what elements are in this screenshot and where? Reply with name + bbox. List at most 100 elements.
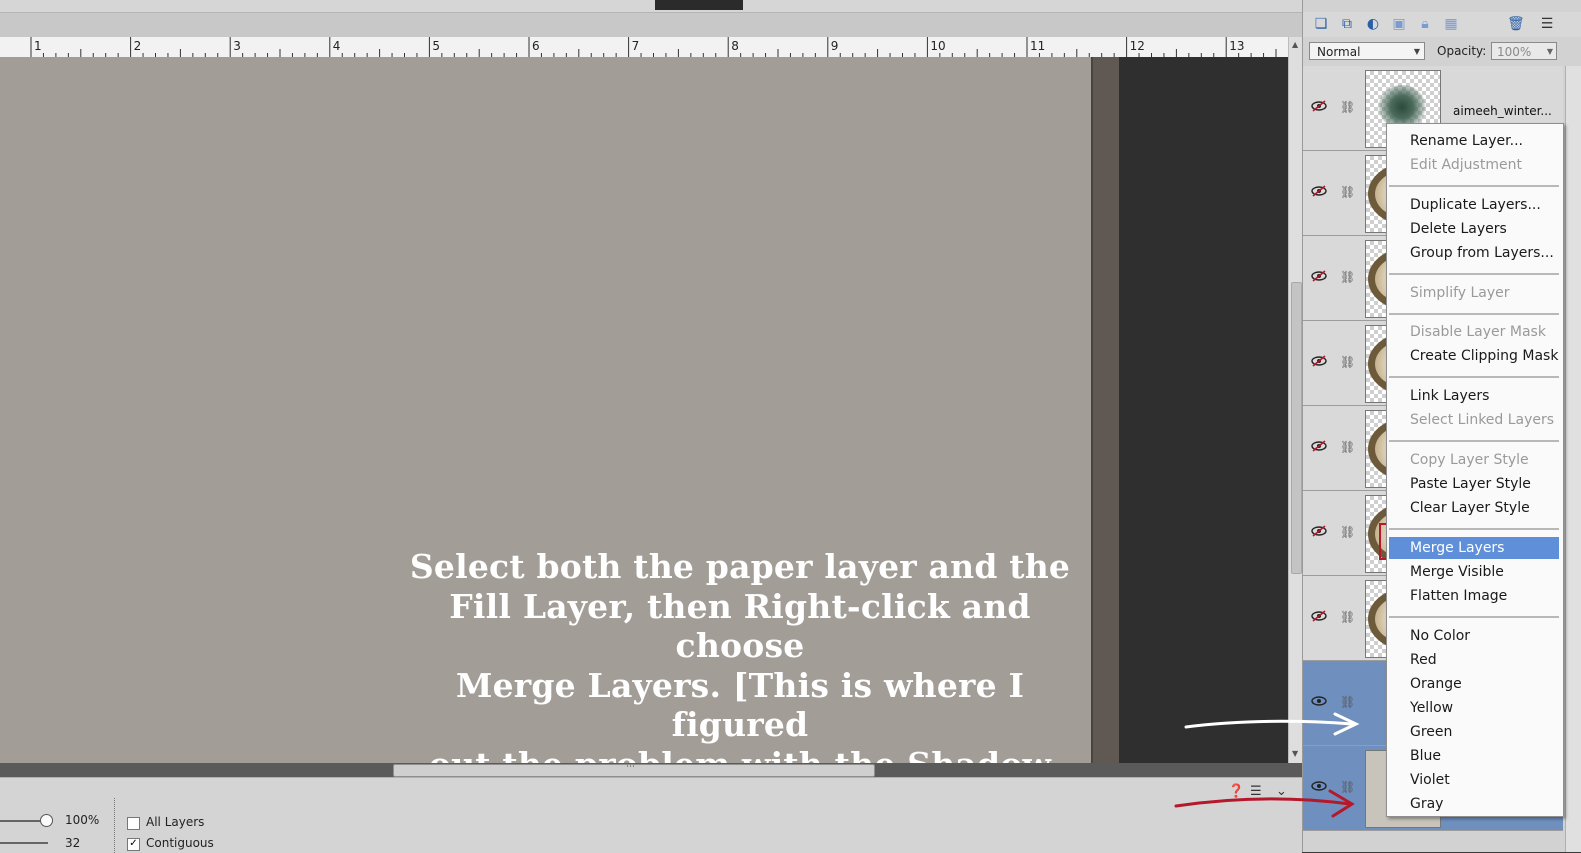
zoom-slider-knob[interactable] bbox=[40, 814, 53, 827]
menu-item-green[interactable]: Green bbox=[1389, 721, 1559, 743]
menu-item-disable-layer-mask[interactable]: Disable Layer Mask bbox=[1389, 321, 1559, 343]
new-fill-layer-icon[interactable]: ◐ bbox=[1365, 16, 1381, 32]
delete-layer-icon[interactable]: 🗑︎ bbox=[1507, 16, 1525, 32]
ruler-number: 9 bbox=[830, 39, 839, 53]
layers-panel-toolbar: ❏ ⧉ ◐ ▣ 🔒︎ ▦ 🗑︎ ☰ bbox=[1303, 12, 1581, 37]
chevron-down-icon: ▼ bbox=[1413, 47, 1420, 56]
menu-item-gray[interactable]: Gray bbox=[1389, 793, 1559, 815]
grip-icon: ⋯ bbox=[626, 762, 635, 772]
menu-separator bbox=[1389, 376, 1559, 379]
link-icon[interactable]: ⛓ bbox=[1340, 355, 1355, 369]
tool-options-bar: ❓ ☰ ⌄ 100% 32 All Layers ✓ Contiguous bbox=[0, 777, 1302, 853]
size-value: 32 bbox=[65, 836, 81, 850]
hidden-eye-icon[interactable] bbox=[1311, 355, 1327, 369]
visibility-eye-icon[interactable] bbox=[1311, 780, 1327, 794]
options-divider bbox=[114, 798, 115, 853]
link-icon[interactable]: ⛓ bbox=[1340, 270, 1355, 284]
menu-item-group-from-layers[interactable]: Group from Layers... bbox=[1389, 242, 1559, 264]
ruler-number: 2 bbox=[133, 39, 142, 53]
menu-item-clear-layer-style[interactable]: Clear Layer Style bbox=[1389, 497, 1559, 519]
menu-item-orange[interactable]: Orange bbox=[1389, 673, 1559, 695]
canvas-edge bbox=[1091, 57, 1119, 763]
zoom-value: 100% bbox=[65, 813, 100, 827]
horizontal-scroll-thumb[interactable]: ⋯ bbox=[393, 762, 875, 777]
ruler-number: 13 bbox=[1229, 39, 1245, 53]
ruler-number: 4 bbox=[332, 39, 341, 53]
canvas-area[interactable]: Select both the paper layer and the Fill… bbox=[0, 57, 1288, 763]
link-icon[interactable]: ⛓ bbox=[1340, 695, 1355, 709]
menu-item-simplify-layer[interactable]: Simplify Layer bbox=[1389, 282, 1559, 304]
ruler-number: 3 bbox=[233, 39, 241, 53]
scroll-down-icon[interactable]: ▼ bbox=[1292, 749, 1298, 758]
new-layer-icon[interactable]: ❏ bbox=[1313, 16, 1329, 32]
menu-item-merge-visible[interactable]: Merge Visible bbox=[1389, 561, 1559, 583]
menu-separator bbox=[1389, 440, 1559, 443]
link-icon[interactable]: ⛓ bbox=[1340, 525, 1355, 539]
opacity-label: Opacity: bbox=[1437, 44, 1487, 58]
all-layers-checkbox[interactable] bbox=[127, 817, 140, 830]
ruler-number: 5 bbox=[432, 39, 441, 53]
menu-item-rename-layer[interactable]: Rename Layer... bbox=[1389, 130, 1559, 152]
hidden-eye-icon[interactable] bbox=[1311, 610, 1327, 624]
menu-separator bbox=[1389, 312, 1559, 315]
canvas-vertical-scrollbar[interactable]: ▲ ▼ bbox=[1288, 37, 1303, 763]
canvas-horizontal-scrollbar[interactable]: ⋯ bbox=[0, 762, 1302, 777]
hidden-eye-icon[interactable] bbox=[1311, 185, 1327, 199]
blend-mode-select[interactable]: Normal ▼ bbox=[1309, 42, 1425, 60]
visibility-eye-icon[interactable] bbox=[1311, 695, 1327, 709]
options-menu-icon[interactable]: ☰ bbox=[1250, 784, 1262, 799]
hidden-eye-icon[interactable] bbox=[1311, 100, 1327, 114]
document-tab-bar bbox=[0, 0, 1302, 13]
link-icon[interactable]: ⛓ bbox=[1340, 780, 1355, 794]
menu-separator bbox=[1389, 185, 1559, 187]
menu-item-red[interactable]: Red bbox=[1389, 649, 1559, 671]
menu-item-paste-layer-style[interactable]: Paste Layer Style bbox=[1389, 473, 1559, 495]
lock-transparency-icon[interactable]: ▦ bbox=[1443, 16, 1459, 32]
size-slider-track[interactable] bbox=[0, 842, 48, 844]
document-tab[interactable] bbox=[655, 0, 743, 10]
link-icon[interactable]: ⛓ bbox=[1340, 100, 1355, 114]
menu-item-violet[interactable]: Violet bbox=[1389, 769, 1559, 791]
caption-line: Select both the paper layer and the bbox=[409, 547, 1071, 586]
link-icon[interactable]: ⛓ bbox=[1340, 185, 1355, 199]
menu-item-no-color[interactable]: No Color bbox=[1389, 625, 1559, 647]
vertical-scroll-thumb[interactable] bbox=[1291, 282, 1302, 574]
panel-menu-icon[interactable]: ☰ bbox=[1539, 16, 1555, 32]
add-mask-icon[interactable]: ▣ bbox=[1391, 16, 1407, 32]
menu-item-copy-layer-style[interactable]: Copy Layer Style bbox=[1389, 449, 1559, 471]
ruler-number: 11 bbox=[1030, 39, 1046, 53]
menu-item-select-linked-layers[interactable]: Select Linked Layers bbox=[1389, 409, 1559, 431]
help-icon[interactable]: ❓ bbox=[1228, 784, 1244, 799]
hidden-eye-icon[interactable] bbox=[1311, 525, 1327, 539]
scroll-up-icon[interactable]: ▲ bbox=[1292, 40, 1298, 49]
opacity-field[interactable]: 100% ▼ bbox=[1491, 42, 1557, 60]
menu-item-delete-layers[interactable]: Delete Layers bbox=[1389, 218, 1559, 240]
menu-item-link-layers[interactable]: Link Layers bbox=[1389, 385, 1559, 407]
contiguous-checkbox[interactable]: ✓ bbox=[127, 838, 140, 851]
lock-all-icon[interactable]: 🔒︎ bbox=[1417, 16, 1433, 32]
all-layers-label: All Layers bbox=[146, 815, 205, 829]
link-icon[interactable]: ⛓ bbox=[1340, 610, 1355, 624]
ruler-number: 12 bbox=[1129, 39, 1145, 53]
menu-item-duplicate-layers[interactable]: Duplicate Layers... bbox=[1389, 194, 1559, 216]
ruler-number: 7 bbox=[631, 39, 640, 53]
menu-item-blue[interactable]: Blue bbox=[1389, 745, 1559, 767]
contiguous-label: Contiguous bbox=[146, 836, 214, 850]
link-icon[interactable]: ⛓ bbox=[1340, 440, 1355, 454]
menu-item-create-clipping-mask[interactable]: Create Clipping Mask bbox=[1389, 345, 1559, 367]
menu-item-yellow[interactable]: Yellow bbox=[1389, 697, 1559, 719]
menu-separator bbox=[1389, 272, 1559, 275]
hidden-eye-icon[interactable] bbox=[1311, 440, 1327, 454]
collapse-icon[interactable]: ⌄ bbox=[1276, 784, 1287, 799]
new-group-icon[interactable]: ⧉ bbox=[1339, 16, 1355, 32]
ruler-number: 1 bbox=[34, 39, 42, 53]
hidden-eye-icon[interactable] bbox=[1311, 270, 1327, 284]
menu-item-flatten-image[interactable]: Flatten Image bbox=[1389, 585, 1559, 607]
horizontal-ruler: 1 2 3 4 5 6 7 8 9 10 11 12 13 bbox=[0, 37, 1288, 58]
opacity-value: 100% bbox=[1497, 45, 1532, 59]
layers-scrollbar[interactable] bbox=[1565, 66, 1581, 852]
chevron-down-icon: ▼ bbox=[1546, 47, 1553, 56]
canvas-edge-line bbox=[1091, 57, 1093, 763]
menu-item-edit-adjustment[interactable]: Edit Adjustment bbox=[1389, 154, 1559, 176]
menu-item-merge-layers[interactable]: Merge Layers bbox=[1389, 536, 1559, 559]
